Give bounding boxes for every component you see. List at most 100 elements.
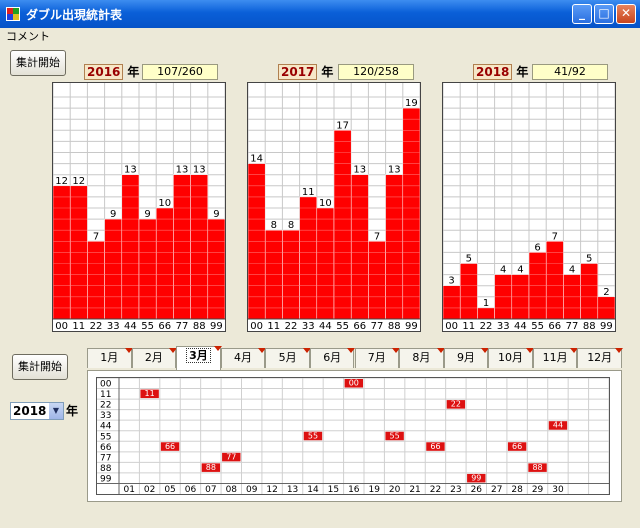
mark-label: 99	[471, 473, 481, 482]
tab-month-3[interactable]: 3月	[176, 346, 222, 370]
tab-month-2[interactable]: 2月	[131, 348, 178, 368]
data-label: 7	[374, 231, 380, 242]
tab-label: 3月	[186, 348, 211, 363]
row-header: 66	[100, 443, 112, 453]
data-label: 4	[500, 265, 506, 276]
minimize-button[interactable]: _	[572, 4, 592, 24]
data-label: 12	[72, 176, 85, 187]
title-bar: ダブル出現統計表 _ □ ✕	[0, 0, 640, 28]
column-header: 26	[471, 485, 483, 494]
data-label: 8	[288, 220, 294, 231]
column-header: 09	[246, 485, 258, 494]
chart-svg: 1400811822113310441755136677713881999	[248, 83, 420, 331]
bar	[368, 241, 386, 320]
column-header: 22	[430, 485, 441, 494]
chart-svg: 120012117229331344955106613771388999	[53, 83, 225, 331]
bar	[121, 174, 140, 320]
tab-label: 5月	[278, 351, 297, 364]
chart-svg: 300511122433444655766477588299	[443, 83, 615, 331]
year-suffix: 年	[127, 65, 140, 79]
column-header: 27	[491, 485, 502, 494]
bar	[459, 263, 478, 320]
bar	[333, 130, 352, 320]
data-label: 19	[405, 98, 418, 109]
dropdown-arrow-icon[interactable]: ▼	[49, 403, 63, 419]
tick-label: 77	[566, 321, 579, 331]
tick-label: 66	[548, 321, 561, 331]
tick-label: 77	[371, 321, 384, 331]
column-header: 01	[123, 485, 134, 494]
tick-label: 66	[353, 321, 366, 331]
tick-label: 33	[107, 321, 120, 331]
tab-month-12[interactable]: 12月	[577, 348, 623, 368]
tab-label: 8月	[412, 351, 431, 364]
tick-label: 55	[336, 321, 349, 331]
data-label: 13	[193, 165, 206, 176]
tab-month-4[interactable]: 4月	[220, 348, 267, 368]
tab-month-6[interactable]: 6月	[309, 348, 356, 368]
data-label: 13	[176, 165, 189, 176]
data-label: 9	[213, 209, 219, 220]
column-header: 14	[307, 485, 319, 494]
data-label: 13	[353, 165, 366, 176]
mark-label: 44	[553, 421, 563, 430]
tab-month-1[interactable]: 1月	[87, 348, 133, 368]
column-header: 15	[328, 485, 339, 494]
close-icon: ✕	[620, 6, 632, 20]
tick-label: 55	[531, 321, 544, 331]
column-header: 12	[266, 485, 277, 494]
data-label: 8	[271, 220, 277, 231]
data-label: 12	[55, 176, 68, 187]
tab-month-9[interactable]: 9月	[443, 348, 490, 368]
column-header: 07	[205, 485, 216, 494]
maximize-button[interactable]: □	[594, 4, 614, 24]
row-header: 22	[100, 401, 111, 411]
column-header: 16	[348, 485, 360, 494]
row-header: 77	[100, 453, 111, 463]
row-header: 88	[100, 464, 112, 474]
year-select[interactable]: 2018 ▼	[10, 402, 64, 420]
ratio-field-2017: 120/258	[338, 64, 414, 80]
start-tally-button-bottom[interactable]: 集計開始	[12, 354, 68, 380]
tick-label: 22	[90, 321, 103, 331]
tab-month-5[interactable]: 5月	[265, 348, 311, 368]
column-header: 06	[185, 485, 197, 494]
tab-label: 10月	[498, 351, 524, 364]
column-header: 19	[368, 485, 380, 494]
close-button[interactable]: ✕	[616, 4, 636, 24]
bar	[580, 263, 599, 320]
mark-label: 55	[390, 431, 400, 440]
bar	[402, 107, 420, 320]
year-label-2016: 2016 年	[80, 64, 143, 80]
ratio-field-2016: 107/260	[142, 64, 218, 80]
tab-label: 9月	[456, 351, 475, 364]
start-tally-button-top[interactable]: 集計開始	[10, 50, 66, 76]
column-header: 21	[409, 485, 420, 494]
tick-label: 44	[514, 321, 527, 331]
app-icon[interactable]	[6, 7, 20, 21]
tick-label: 00	[445, 321, 458, 331]
year-value: 2016	[84, 64, 124, 80]
bar	[385, 174, 404, 320]
bar	[207, 218, 225, 320]
tick-label: 22	[285, 321, 298, 331]
mark-label: 66	[165, 442, 175, 451]
tab-month-10[interactable]: 10月	[488, 348, 534, 368]
tab-month-8[interactable]: 8月	[399, 348, 445, 368]
tab-month-7[interactable]: 7月	[354, 348, 401, 368]
tick-label: 99	[600, 321, 613, 331]
row-header: 55	[100, 432, 111, 442]
ratio-field-2018: 41/92	[532, 64, 608, 80]
data-label: 7	[93, 231, 99, 242]
tab-indicator-icon	[614, 348, 623, 353]
data-label: 7	[552, 231, 558, 242]
data-label: 17	[336, 120, 349, 131]
bar	[104, 218, 123, 320]
data-label: 9	[144, 209, 150, 220]
bar	[190, 174, 209, 320]
tick-label: 88	[583, 321, 596, 331]
year-label-2017: 2017 年	[274, 64, 337, 80]
tab-month-11[interactable]: 11月	[532, 348, 579, 368]
column-header: 28	[511, 485, 523, 494]
data-label: 11	[302, 187, 315, 198]
